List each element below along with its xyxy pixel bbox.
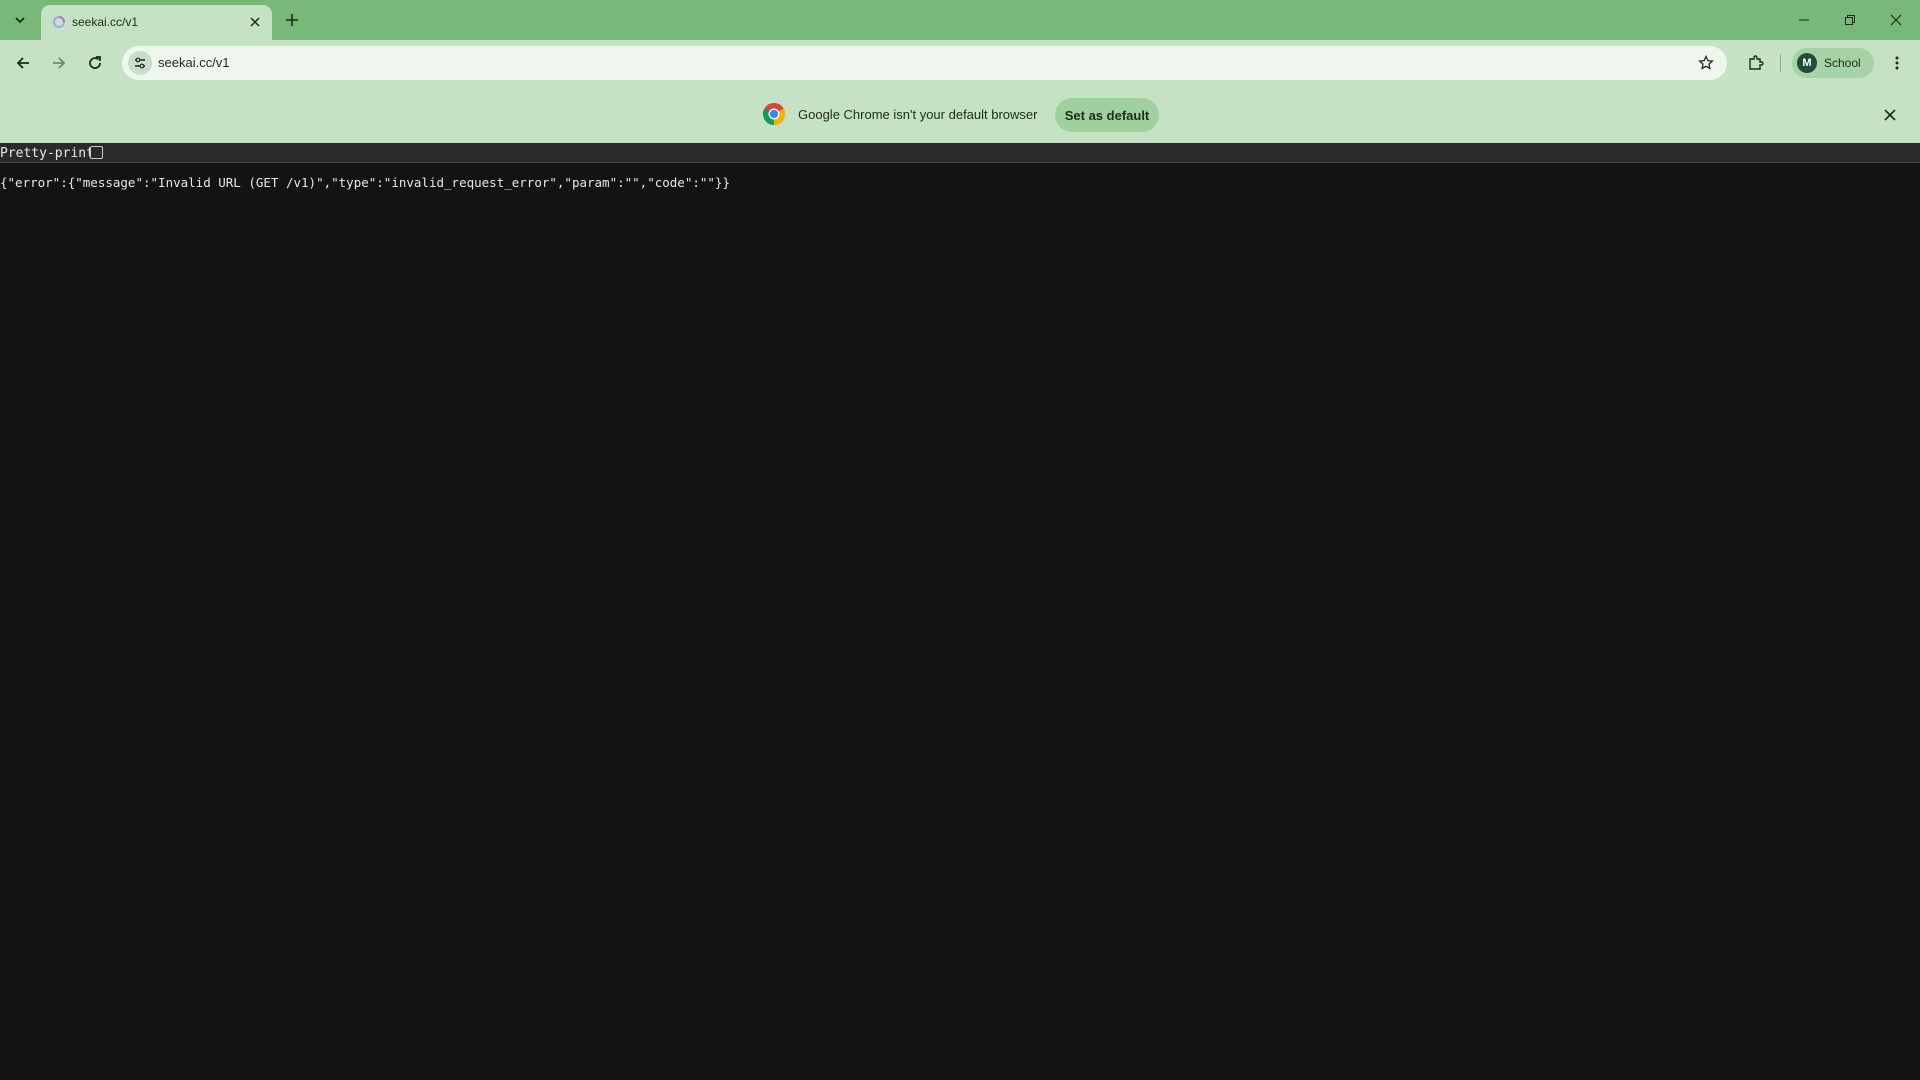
pretty-print-bar: Pretty-print (0, 143, 1920, 163)
reload-button[interactable] (81, 49, 109, 77)
profile-label: School (1824, 56, 1861, 70)
tab-strip: seekai.cc/v1 (0, 0, 1920, 40)
tab-search-button[interactable] (8, 8, 32, 32)
pretty-print-checkbox[interactable] (90, 146, 103, 159)
bookmark-button[interactable] (1694, 51, 1718, 75)
minimize-icon (1799, 19, 1809, 21)
set-as-default-button[interactable]: Set as default (1055, 98, 1159, 132)
arrow-right-icon (53, 57, 66, 69)
tune-icon (135, 57, 145, 69)
tab-title: seekai.cc/v1 (72, 15, 139, 29)
infobar-close-button[interactable] (1878, 103, 1902, 127)
close-icon (1884, 109, 1896, 121)
browser-toolbar: seekai.cc/v1 M School (0, 40, 1920, 86)
loading-favicon-icon (53, 16, 65, 28)
new-tab-button[interactable] (280, 8, 304, 32)
menu-button[interactable] (1883, 49, 1911, 77)
minimize-button[interactable] (1781, 4, 1827, 36)
chevron-down-icon (15, 17, 25, 24)
address-bar[interactable]: seekai.cc/v1 (122, 46, 1727, 80)
json-response-text: {"error":{"message":"Invalid URL (GET /v… (0, 175, 730, 190)
extensions-button[interactable] (1742, 49, 1770, 77)
close-icon (250, 17, 260, 27)
back-button[interactable] (9, 49, 37, 77)
pretty-print-label: Pretty-print (0, 146, 94, 161)
site-info-button[interactable] (128, 51, 152, 75)
kebab-menu-icon (1895, 56, 1899, 70)
tab-close-button[interactable] (245, 12, 265, 32)
close-icon (1890, 14, 1902, 26)
forward-button[interactable] (45, 49, 73, 77)
restore-icon (1845, 15, 1855, 25)
avatar: M (1797, 53, 1817, 73)
infobar-message: Google Chrome isn't your default browser (798, 107, 1038, 122)
close-window-button[interactable] (1873, 4, 1919, 36)
star-icon (1698, 55, 1714, 70)
arrow-left-icon (16, 57, 29, 69)
plus-icon (286, 14, 298, 26)
default-browser-infobar: Google Chrome isn't your default browser… (0, 86, 1920, 143)
url-text[interactable]: seekai.cc/v1 (158, 55, 230, 70)
chrome-logo-icon (763, 103, 785, 125)
restore-button[interactable] (1827, 4, 1873, 36)
puzzle-icon (1749, 55, 1764, 70)
toolbar-divider (1780, 54, 1781, 72)
reload-icon (89, 56, 101, 69)
profile-button[interactable]: M School (1792, 48, 1874, 78)
active-tab[interactable]: seekai.cc/v1 (41, 5, 272, 40)
